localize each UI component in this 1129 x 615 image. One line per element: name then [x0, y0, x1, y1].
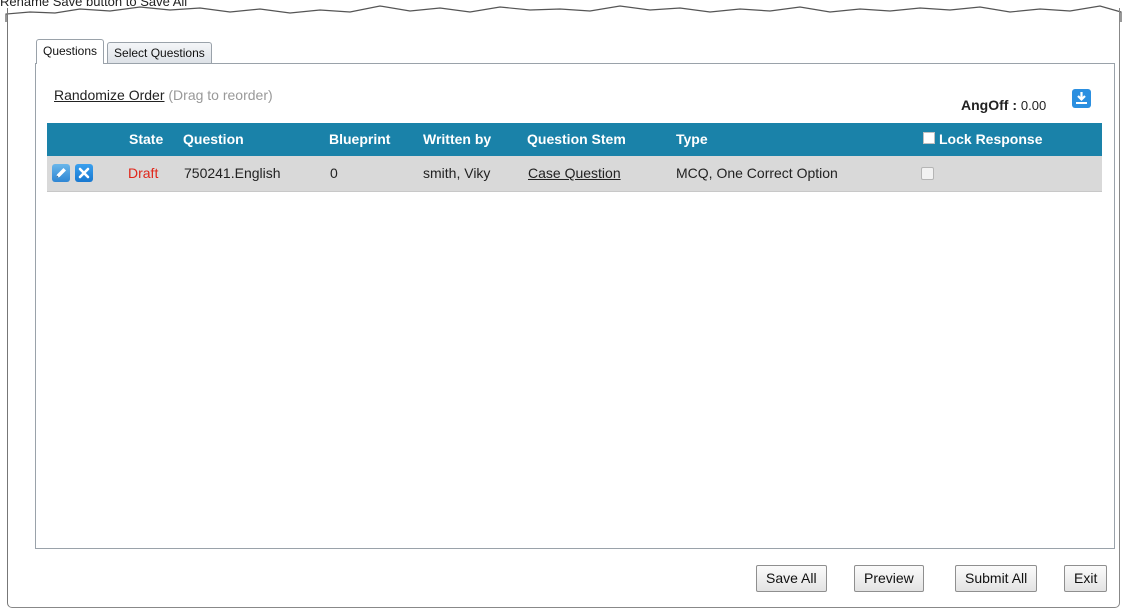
column-header-written-by[interactable]: Written by — [423, 123, 491, 156]
close-icon[interactable] — [75, 164, 93, 182]
randomize-order-link[interactable]: Randomize Order — [54, 87, 165, 103]
column-header-question[interactable]: Question — [183, 123, 244, 156]
column-header-lock-response: Lock Response — [939, 131, 1043, 147]
column-header-type[interactable]: Type — [676, 123, 708, 156]
grid-header: State Question Blueprint Written by Ques… — [47, 123, 1102, 156]
tab-select-questions[interactable]: Select Questions — [107, 42, 212, 63]
pencil-edit-icon[interactable] — [52, 164, 70, 182]
column-header-blueprint[interactable]: Blueprint — [329, 123, 390, 156]
angoff-label: AngOff : — [961, 97, 1017, 113]
angoff-value: 0.00 — [1020, 98, 1047, 113]
row-state: Draft — [128, 165, 159, 181]
table-row: Draft 750241.English 0 smith, Viky Case … — [47, 156, 1102, 192]
submit-all-button[interactable]: Submit All — [955, 565, 1038, 592]
column-header-question-stem[interactable]: Question Stem — [527, 123, 626, 156]
angoff-readout: AngOff : 0.00 — [961, 97, 1046, 113]
exit-button[interactable]: Exit — [1064, 565, 1108, 592]
row-blueprint: 0 — [330, 165, 338, 181]
preview-button[interactable]: Preview — [854, 565, 924, 592]
row-question-stem-link[interactable]: Case Question — [528, 156, 621, 190]
download-icon[interactable] — [1072, 89, 1091, 108]
row-question: 750241.English — [184, 165, 281, 181]
row-type: MCQ, One Correct Option — [676, 165, 838, 181]
column-header-state[interactable]: State — [129, 123, 163, 156]
lock-response-checkbox[interactable] — [921, 167, 934, 180]
tab-bar: Questions Select Questions — [36, 39, 215, 64]
randomize-order-bar: Randomize Order (Drag to reorder) — [54, 87, 273, 103]
lock-response-all-checkbox[interactable] — [923, 132, 935, 144]
drag-hint: (Drag to reorder) — [168, 87, 273, 103]
save-all-button[interactable]: Save All — [756, 565, 827, 592]
tab-questions[interactable]: Questions — [36, 39, 105, 64]
row-written-by: smith, Viky — [423, 165, 491, 181]
